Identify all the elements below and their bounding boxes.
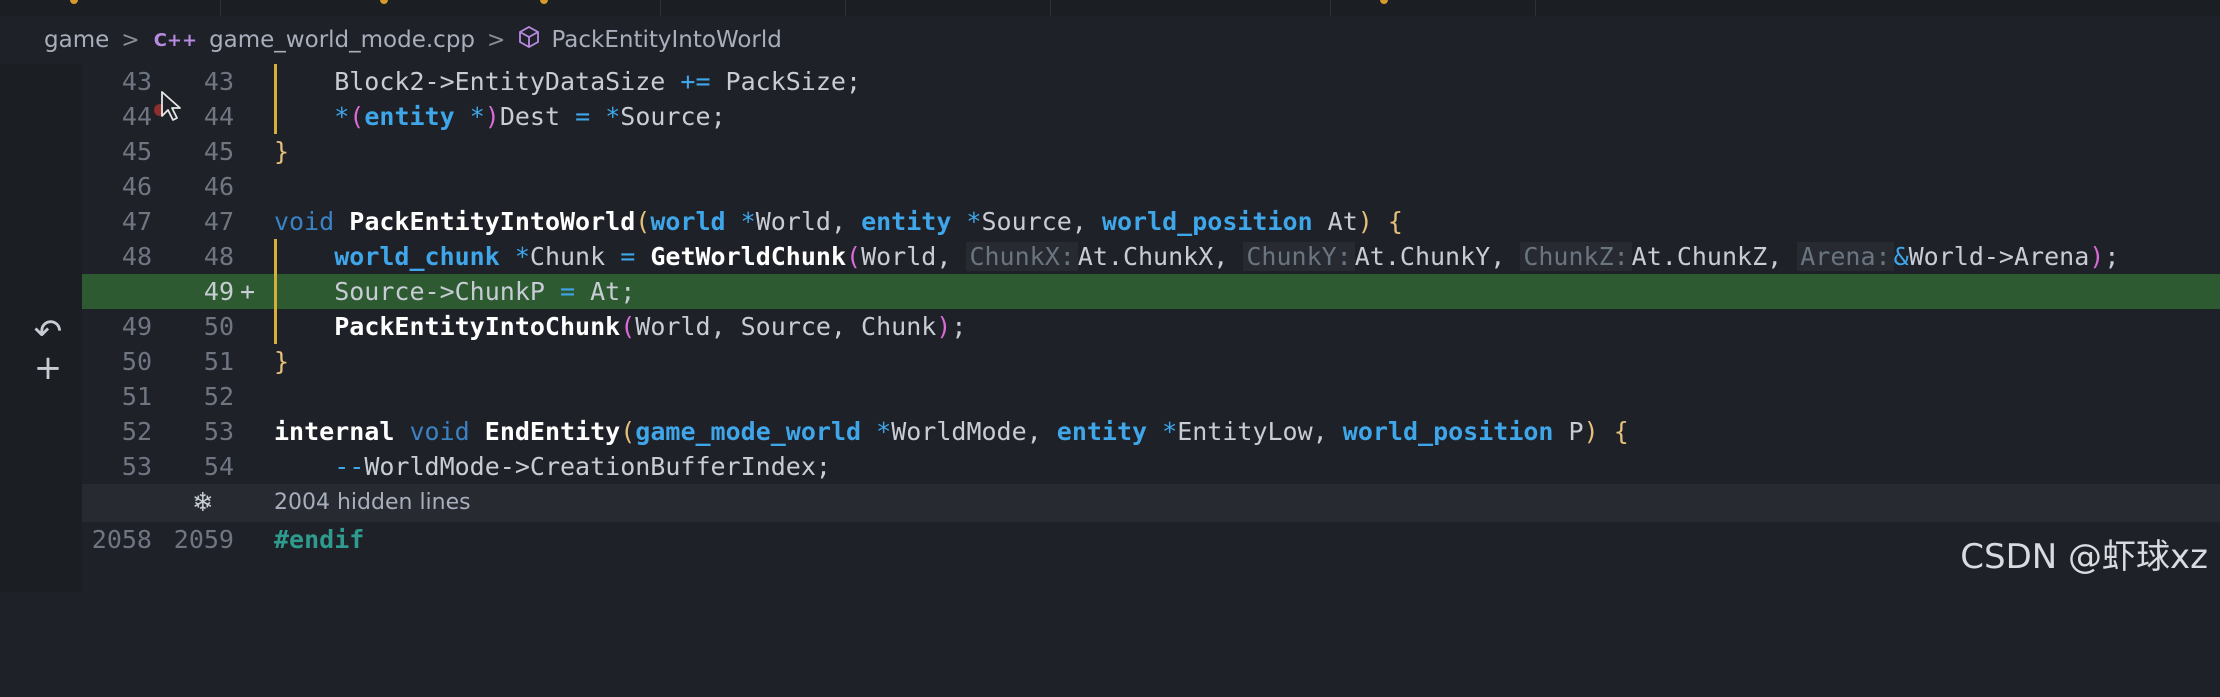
code-text: internal void EndEntity(game_mode_world … (274, 417, 1629, 446)
added-marker: + (240, 277, 256, 306)
added-code-line: 49 + Source->ChunkP = At; (82, 274, 2220, 309)
new-line-number: 47 (203, 207, 234, 236)
code-text: } (274, 347, 290, 376)
old-line-number: 53 (121, 452, 152, 481)
new-line-number: 53 (203, 417, 234, 446)
breadcrumb-item-file[interactable]: C++ game_world_mode.cpp (154, 27, 475, 53)
code-editor[interactable]: 43 43 Block2->EntityDataSize += PackSize… (82, 64, 2220, 592)
old-line-number: 51 (121, 382, 152, 411)
revert-icon[interactable]: ↶ (30, 314, 66, 350)
code-text: void PackEntityIntoWorld(world *World, e… (274, 207, 1403, 236)
inlay-hint: Arena: (1797, 242, 1894, 271)
expand-snowflake-icon[interactable]: ❄ (192, 484, 214, 522)
code-text: Source->ChunkP = At; (274, 277, 636, 306)
old-line-number: 43 (121, 67, 152, 96)
hidden-lines-label: 2004 hidden lines (274, 490, 471, 515)
tab[interactable] (1050, 0, 1331, 16)
new-line-number: 52 (203, 382, 234, 411)
new-line-number: 51 (203, 347, 234, 376)
new-line-number: 48 (203, 242, 234, 271)
code-line: 47 47 void PackEntityIntoWorld(world *Wo… (82, 204, 2220, 239)
old-line-number: 50 (121, 347, 152, 376)
hidden-lines-bar[interactable]: ❄ 2004 hidden lines (82, 484, 2220, 522)
code-text: PackEntityIntoChunk(World, Source, Chunk… (334, 312, 967, 341)
activity-gutter: ↶ + (0, 64, 82, 592)
old-line-number: 52 (121, 417, 152, 446)
code-line: 45 45 } (82, 134, 2220, 169)
code-line: 50 51 } (82, 344, 2220, 379)
code-text: --WorldMode->CreationBufferIndex; (334, 452, 831, 481)
breadcrumb: game > C++ game_world_mode.cpp > PackEnt… (0, 16, 2220, 64)
tab[interactable] (1330, 0, 1536, 16)
code-line: 46 46 (82, 169, 2220, 204)
code-text: Block2->EntityDataSize += PackSize; (274, 67, 862, 96)
old-line-number: 44 (121, 102, 152, 131)
method-cube-icon (519, 25, 540, 54)
chevron-right-icon: > (121, 27, 140, 53)
code-line: 53 54 --WorldMode->CreationBufferIndex; (82, 449, 2220, 484)
code-line: 49 50 PackEntityIntoChunk(World, Source,… (82, 309, 2220, 344)
code-text: world_chunk *Chunk = GetWorldChunk(World… (334, 242, 2120, 271)
code-text: *(entity *)Dest = *Source; (334, 102, 726, 131)
chevron-right-icon: > (487, 27, 506, 53)
old-line-number: 47 (121, 207, 152, 236)
old-line-number: 2058 (91, 525, 152, 554)
code-line: 48 48 world_chunk *Chunk = GetWorldChunk… (82, 239, 2220, 274)
mouse-pointer-icon (160, 90, 182, 126)
code-line: 2058 2059 #endif (82, 522, 2220, 557)
new-line-number: 2059 (173, 525, 234, 554)
new-line-number: 50 (203, 312, 234, 341)
inlay-hint: ChunkX: (966, 242, 1078, 271)
breadcrumb-item-folder[interactable]: game (44, 27, 109, 53)
tab-strip (0, 0, 2220, 16)
new-line-number: 45 (203, 137, 234, 166)
add-icon[interactable]: + (30, 350, 66, 386)
old-line-number: 45 (121, 137, 152, 166)
cpp-file-icon: C++ (153, 29, 198, 51)
code-line: 44 44 *(entity *)Dest = *Source; (82, 99, 2220, 134)
breadcrumb-item-symbol[interactable]: PackEntityIntoWorld (519, 25, 782, 54)
code-line: 52 53 internal void EndEntity(game_mode_… (82, 414, 2220, 449)
old-line-number: 49 (121, 312, 152, 341)
code-text: #endif (274, 525, 365, 554)
old-line-number: 46 (121, 172, 152, 201)
new-line-number: 49 (203, 277, 234, 306)
old-line-number: 48 (121, 242, 152, 271)
new-line-number: 54 (203, 452, 234, 481)
tab[interactable] (845, 0, 1051, 16)
tab[interactable] (0, 0, 221, 16)
new-line-number: 46 (203, 172, 234, 201)
code-line: 51 52 (82, 379, 2220, 414)
inlay-hint: ChunkY: (1243, 242, 1355, 271)
code-line: 43 43 Block2->EntityDataSize += PackSize… (82, 64, 2220, 99)
code-text: } (274, 137, 290, 166)
watermark: CSDN @虾球xz (1960, 537, 2208, 577)
tab[interactable] (220, 0, 661, 16)
inlay-hint: ChunkZ: (1520, 242, 1632, 271)
tab[interactable] (660, 0, 846, 16)
